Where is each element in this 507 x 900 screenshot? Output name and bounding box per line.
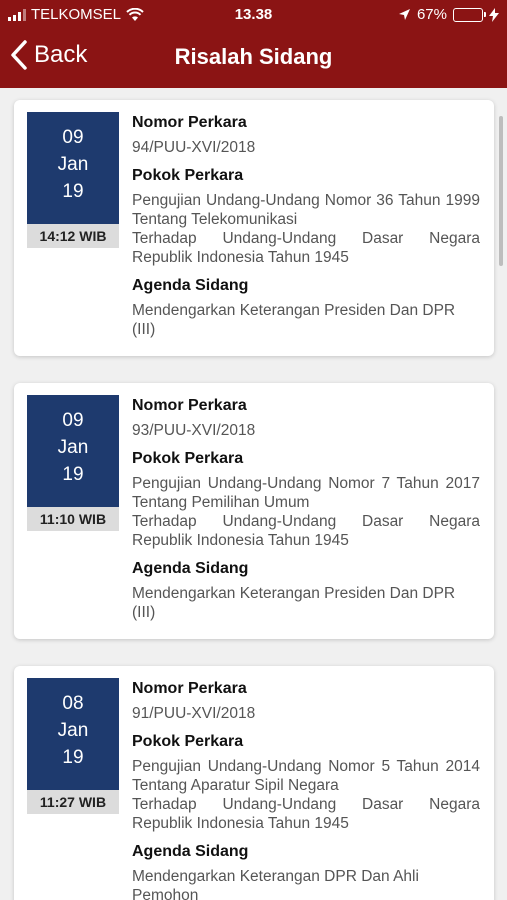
pokok-label: Pokok Perkara bbox=[132, 450, 244, 467]
nomor-value: 91/PUU-XVI/2018 bbox=[132, 705, 256, 722]
nomor-value: 94/PUU-XVI/2018 bbox=[132, 139, 256, 156]
date-month: Jan bbox=[57, 720, 89, 741]
date-box: 08 Jan 19 11:27 WIB bbox=[27, 678, 119, 814]
app-header: TELKOMSEL 13.38 67% Back Risalah Sidang bbox=[0, 0, 507, 88]
pokok-label: Pokok Perkara bbox=[132, 167, 244, 184]
pokok-label: Pokok Perkara bbox=[132, 733, 244, 750]
pokok-line-1: Pengujian Undang-Undang Nomor 7 Tahun 20… bbox=[132, 475, 480, 511]
session-info: Nomor Perkara 93/PUU-XVI/2018 Pokok Perk… bbox=[132, 397, 480, 632]
agenda-value: Mendengarkan Keterangan Presiden Dan DPR… bbox=[132, 302, 456, 338]
pokok-line-1: Pengujian Undang-Undang Nomor 5 Tahun 20… bbox=[132, 758, 480, 794]
status-right: 67% bbox=[398, 6, 499, 23]
agenda-value: Mendengarkan Keterangan DPR Dan Ahli Pem… bbox=[132, 868, 419, 900]
battery-icon bbox=[453, 7, 486, 22]
session-info: Nomor Perkara 91/PUU-XVI/2018 Pokok Perk… bbox=[132, 680, 480, 900]
page-title: Risalah Sidang bbox=[174, 44, 333, 69]
session-card[interactable]: 09 Jan 19 11:10 WIB Nomor Perkara 93/PUU… bbox=[14, 383, 494, 639]
nomor-label: Nomor Perkara bbox=[132, 680, 247, 697]
date-year: 19 bbox=[62, 464, 84, 485]
date-day: 08 bbox=[62, 693, 84, 714]
status-bar: TELKOMSEL 13.38 67% bbox=[0, 0, 507, 30]
location-arrow-icon bbox=[398, 9, 410, 20]
session-time: 11:27 WIB bbox=[27, 790, 119, 814]
charging-icon bbox=[489, 7, 499, 22]
session-info: Nomor Perkara 94/PUU-XVI/2018 Pokok Perk… bbox=[132, 114, 480, 349]
battery-percent: 67% bbox=[416, 6, 447, 23]
date-day: 09 bbox=[62, 127, 84, 148]
nomor-label: Nomor Perkara bbox=[132, 114, 247, 131]
session-card[interactable]: 09 Jan 19 14:12 WIB Nomor Perkara 94/PUU… bbox=[14, 100, 494, 356]
date-month: Jan bbox=[57, 154, 89, 175]
nomor-value: 93/PUU-XVI/2018 bbox=[132, 422, 256, 439]
session-list[interactable]: 09 Jan 19 14:12 WIB Nomor Perkara 94/PUU… bbox=[0, 88, 507, 900]
agenda-label: Agenda Sidang bbox=[132, 560, 249, 577]
session-time: 14:12 WIB bbox=[27, 224, 119, 248]
pokok-line-2: Terhadap Undang-Undang Dasar Negara Repu… bbox=[132, 513, 480, 549]
pokok-line-2: Terhadap Undang-Undang Dasar Negara Repu… bbox=[132, 230, 480, 266]
nomor-label: Nomor Perkara bbox=[132, 397, 247, 414]
scrollbar[interactable] bbox=[499, 116, 503, 266]
agenda-label: Agenda Sidang bbox=[132, 277, 249, 294]
agenda-label: Agenda Sidang bbox=[132, 843, 249, 860]
agenda-value: Mendengarkan Keterangan Presiden Dan DPR… bbox=[132, 585, 456, 621]
date-box: 09 Jan 19 14:12 WIB bbox=[27, 112, 119, 248]
date-year: 19 bbox=[62, 181, 84, 202]
date-year: 19 bbox=[62, 747, 84, 768]
nav-bar: Back Risalah Sidang bbox=[0, 30, 507, 88]
date-month: Jan bbox=[57, 437, 89, 458]
date-box: 09 Jan 19 11:10 WIB bbox=[27, 395, 119, 531]
pokok-line-1: Pengujian Undang-Undang Nomor 36 Tahun 1… bbox=[132, 192, 480, 228]
session-time: 11:10 WIB bbox=[27, 507, 119, 531]
session-card[interactable]: 08 Jan 19 11:27 WIB Nomor Perkara 91/PUU… bbox=[14, 666, 494, 900]
pokok-line-2: Terhadap Undang-Undang Dasar Negara Repu… bbox=[132, 796, 480, 832]
date-day: 09 bbox=[62, 410, 84, 431]
